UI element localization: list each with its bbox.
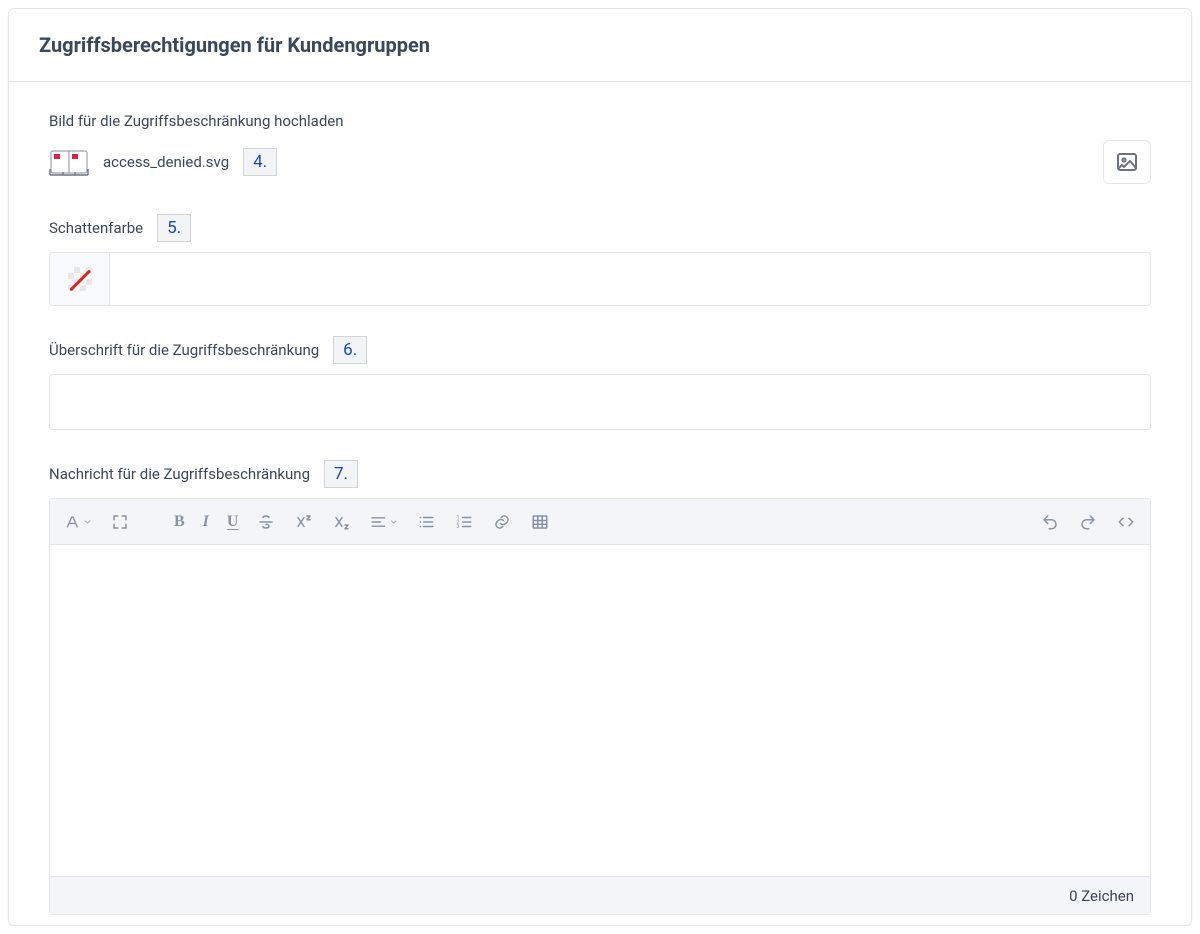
upload-field: Bild für die Zugriffsbeschränkung hochla… [49,112,1151,184]
font-format-icon [64,513,81,531]
svg-text:3: 3 [457,524,460,530]
superscript-icon [295,513,313,531]
unordered-list-button[interactable] [416,512,436,532]
message-field: Nachricht für die Zugriffsbeschränkung 7… [49,460,1151,915]
underline-button[interactable]: U [227,512,239,532]
expand-icon [111,513,129,531]
character-count: 0 Zeichen [1069,887,1134,905]
annotation-4: 4. [243,148,277,176]
chevron-down-icon [389,517,398,527]
headline-label: Überschrift für die Zugriffsbeschränkung [49,341,319,359]
uploaded-image-thumbnail[interactable] [49,145,89,179]
shadow-color-input-wrap [49,252,1151,306]
redo-button[interactable] [1078,512,1098,532]
undo-button[interactable] [1040,512,1060,532]
card-body: Bild für die Zugriffsbeschränkung hochla… [9,82,1191,925]
align-icon [370,513,387,531]
upload-label: Bild für die Zugriffsbeschränkung hochla… [49,112,344,130]
upload-image-button[interactable] [1103,140,1151,184]
strikethrough-button[interactable] [256,512,276,532]
chevron-down-icon [83,517,92,527]
ordered-list-icon: 123 [455,513,473,531]
ordered-list-button[interactable]: 123 [454,512,474,532]
uploaded-file-name: access_denied.svg [103,153,229,171]
font-format-dropdown[interactable] [64,512,92,532]
align-dropdown[interactable] [370,512,398,532]
annotation-6: 6. [333,336,367,364]
no-color-icon [68,267,92,291]
source-code-button[interactable] [1116,512,1136,532]
card-header: Zugriffsberechtigungen für Kundengruppen [9,9,1191,82]
annotation-5: 5. [157,214,191,242]
image-icon [1115,150,1139,174]
table-icon [531,513,549,531]
unordered-list-icon [417,513,435,531]
italic-button[interactable]: I [203,512,209,532]
headline-field: Überschrift für die Zugriffsbeschränkung… [49,336,1151,430]
table-button[interactable] [530,512,550,532]
shadow-color-field: Schattenfarbe 5. [49,214,1151,306]
link-button[interactable] [492,512,512,532]
message-label: Nachricht für die Zugriffsbeschränkung [49,465,310,483]
link-icon [493,513,511,531]
card-title: Zugriffsberechtigungen für Kundengruppen [39,33,1161,57]
strikethrough-icon [257,513,275,531]
color-picker-button[interactable] [50,253,110,305]
settings-card: Zugriffsberechtigungen für Kundengruppen… [8,8,1192,926]
expand-button[interactable] [110,512,130,532]
annotation-7: 7. [324,460,358,488]
editor-toolbar: B I U [50,499,1150,545]
shadow-color-label: Schattenfarbe [49,219,143,237]
shadow-color-input[interactable] [110,253,1150,305]
superscript-button[interactable] [294,512,314,532]
editor-footer: 0 Zeichen [50,876,1150,914]
subscript-icon [333,513,351,531]
subscript-button[interactable] [332,512,352,532]
undo-icon [1041,513,1059,531]
redo-icon [1079,513,1097,531]
headline-input[interactable] [49,374,1151,430]
rich-text-editor: B I U [49,498,1151,915]
code-icon [1117,513,1135,531]
bold-button[interactable]: B [174,512,185,532]
editor-textarea[interactable] [50,545,1150,876]
